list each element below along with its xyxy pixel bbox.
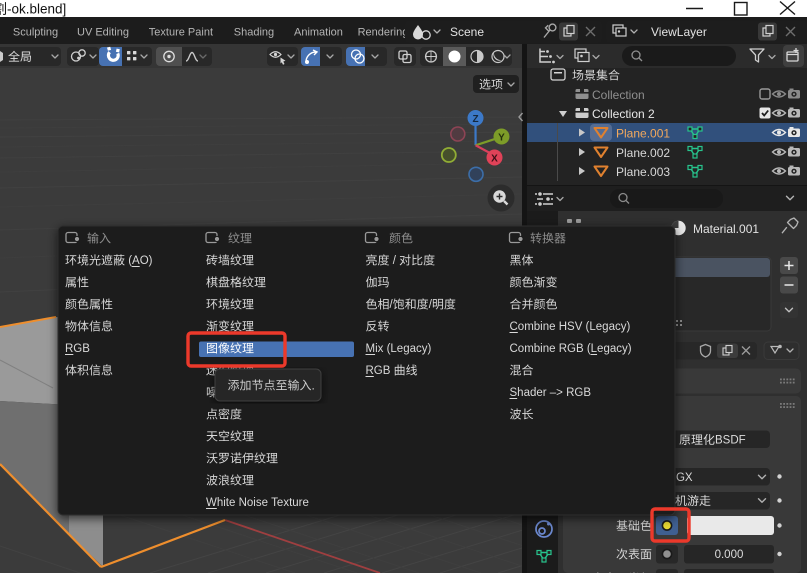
svg-text:Collection: Collection [592,88,645,102]
svg-text:-ok.blend]: -ok.blend] [7,1,66,16]
svg-text:Scene: Scene [450,25,484,39]
svg-text:X: X [491,154,498,165]
svg-text:Combine RGB (Legacy): Combine RGB (Legacy) [510,343,632,355]
svg-text:0.000: 0.000 [715,549,744,561]
svg-text:Mix (Legacy): Mix (Legacy) [366,343,432,355]
svg-text:(AO): (AO) [125,255,153,267]
svg-text:Plane.001: Plane.001 [616,126,670,140]
svg-text:Material.001: Material.001 [693,222,759,236]
svg-text:Rendering: Rendering [358,27,409,39]
svg-text:RGB: RGB [366,365,394,377]
svg-text:White Noise Texture: White Noise Texture [206,497,309,509]
svg-text:.: . [312,378,315,392]
svg-text:Shading: Shading [234,27,274,39]
svg-text:Sculpting: Sculpting [13,27,58,39]
svg-text:ViewLayer: ViewLayer [651,25,707,39]
svg-text:Combine HSV (Legacy): Combine HSV (Legacy) [510,321,631,333]
svg-text:BSDF: BSDF [715,435,746,447]
svg-text:Plane.003: Plane.003 [616,165,670,179]
svg-text:RGB: RGB [65,343,90,355]
svg-text:Collection 2: Collection 2 [592,107,655,121]
svg-text:UV Editing: UV Editing [77,27,129,39]
svg-text:/: / [390,255,400,267]
svg-text:Shader –> RGB: Shader –> RGB [510,387,592,399]
svg-text:Y: Y [498,133,505,144]
svg-text:Plane.002: Plane.002 [616,146,670,160]
svg-text:Z: Z [472,114,478,125]
svg-text:Animation: Animation [294,27,343,39]
svg-text:Texture Paint: Texture Paint [149,27,213,39]
